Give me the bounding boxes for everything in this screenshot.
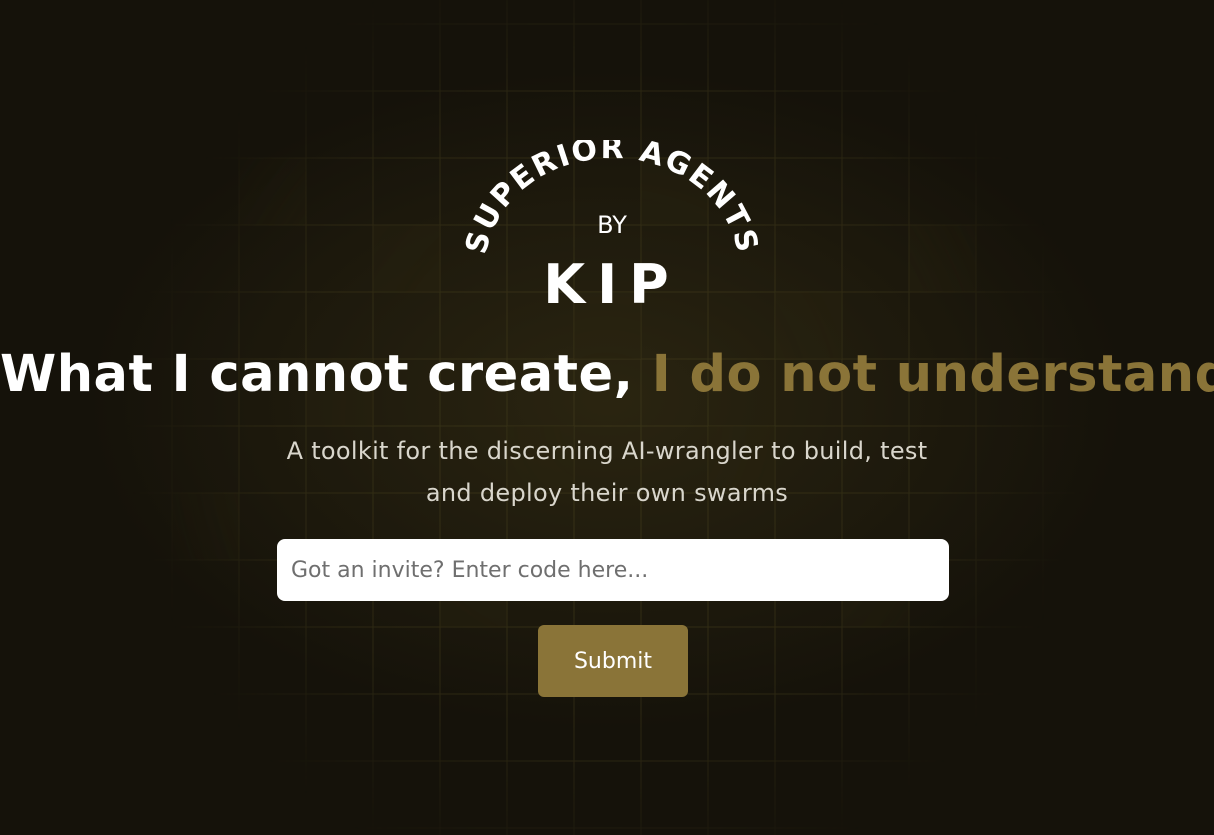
hero-section: SUPERIOR AGENTS BY KIP What I cannot cre… [0,0,1214,835]
submit-button[interactable]: Submit [538,625,688,697]
logo-by-text: BY [597,211,627,239]
headline: What I cannot create, I do not understan… [0,342,1214,408]
headline-white: What I cannot create, [0,345,634,404]
logo-kip-text: KIP [543,253,681,315]
invite-code-input[interactable] [277,539,949,601]
headline-gold: I do not understand [651,345,1214,404]
kip-logo: SUPERIOR AGENTS BY KIP [459,140,765,315]
subtitle: A toolkit for the discerning AI-wrangler… [286,437,928,507]
logo-arc-text: SUPERIOR AGENTS [459,140,765,257]
